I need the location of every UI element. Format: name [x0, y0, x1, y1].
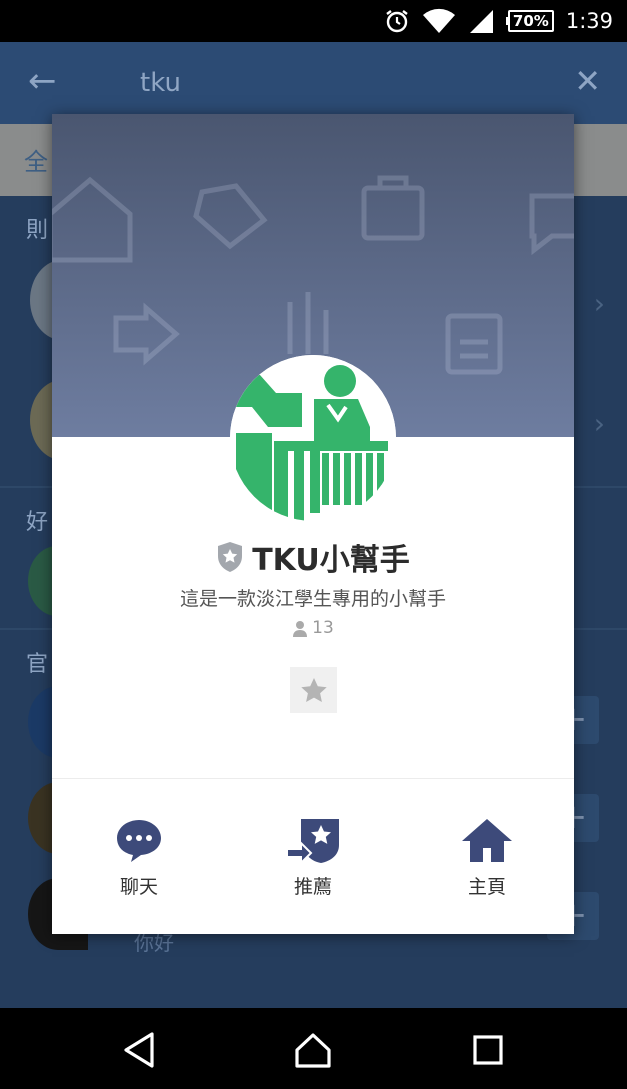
battery-percent: 70% [507, 10, 554, 32]
tab-all[interactable]: 全 [24, 142, 48, 177]
navigation-bar [0, 1008, 627, 1089]
chevron-right-icon: › [593, 407, 605, 440]
battery-indicator: 70% [505, 10, 554, 32]
alarm-icon [386, 10, 408, 33]
home-button[interactable]: 主頁 [400, 814, 574, 899]
follower-count: 13 [52, 618, 574, 638]
account-name: TKU小幫手 [252, 543, 410, 578]
account-description: 這是一款淡江學生專用的小幫手 [179, 588, 446, 610]
official-badge-icon [218, 542, 243, 572]
clear-search-icon[interactable]: ✕ [574, 62, 601, 100]
chat-label: 聊天 [119, 876, 158, 898]
follower-count-value: 13 [312, 618, 334, 638]
chat-button[interactable]: 聊天 [52, 814, 226, 899]
signal-icon [469, 10, 493, 33]
profile-avatar [230, 355, 396, 521]
section-heading-official: 官 [26, 652, 49, 677]
back-arrow-icon[interactable]: ← [28, 64, 57, 98]
search-input[interactable]: tku [140, 68, 181, 98]
profile-dialog: TKU小幫手 這是一款淡江學生專用的小幫手 13 聊天 推薦 主頁 [52, 114, 574, 934]
home-label: 主頁 [467, 876, 506, 898]
clock: 1:39 [565, 9, 613, 33]
recommend-icon [286, 819, 339, 865]
home-icon [462, 819, 512, 862]
chevron-right-icon: › [593, 287, 605, 320]
status-bar: 70% 1:39 [0, 0, 627, 42]
section-heading-posts: 則 [26, 218, 49, 243]
back-nav-icon[interactable] [118, 1028, 162, 1072]
star-icon [300, 677, 327, 702]
profile-title: TKU小幫手 [52, 535, 574, 579]
home-nav-icon[interactable] [291, 1028, 335, 1072]
recents-nav-icon[interactable] [466, 1028, 510, 1072]
avatar-illustration [230, 355, 396, 521]
section-heading-friends: 好 [26, 510, 49, 535]
recommend-button[interactable]: 推薦 [226, 814, 400, 899]
favorite-button[interactable] [290, 667, 337, 713]
dialog-divider [52, 778, 574, 779]
search-header: ← tku ✕ [0, 42, 627, 124]
person-icon [293, 620, 308, 637]
wifi-icon [422, 8, 455, 33]
recommend-label: 推薦 [293, 876, 332, 898]
chat-bubble-icon [117, 820, 161, 862]
status-icons: 70% 1:39 [384, 7, 613, 35]
